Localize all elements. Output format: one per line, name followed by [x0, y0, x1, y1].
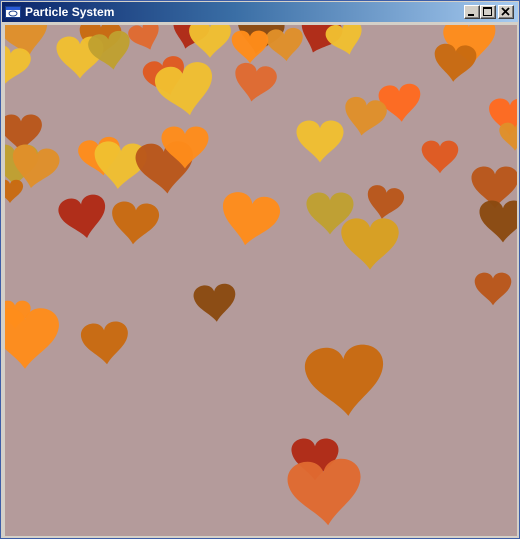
minimize-button[interactable]: [464, 5, 480, 19]
app-window: Particle System: [0, 0, 520, 539]
minimize-icon: [468, 14, 474, 16]
window-title: Particle System: [25, 5, 115, 19]
maximize-button[interactable]: [480, 5, 496, 19]
close-button[interactable]: [498, 5, 514, 19]
scene-background: [5, 25, 517, 536]
maximize-icon: [483, 7, 492, 16]
app-window-icon[interactable]: [5, 5, 21, 19]
title-bar[interactable]: Particle System: [2, 2, 518, 22]
particle-canvas: [5, 25, 517, 536]
close-icon: [501, 7, 510, 16]
render-viewport[interactable]: [5, 25, 517, 536]
